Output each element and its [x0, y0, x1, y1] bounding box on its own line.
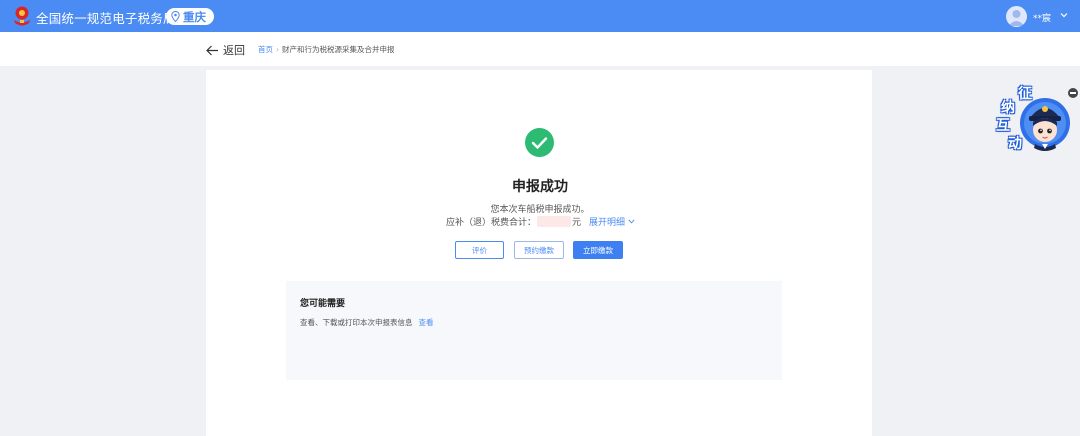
breadcrumb-current: 财产和行为税税源采集及合并申报	[282, 45, 395, 54]
mascot-close-button[interactable]	[1068, 88, 1078, 98]
suggestions-panel: 您可能需要 查看、下载或打印本次申报表信息 查看	[286, 281, 782, 380]
result-message: 您本次车船税申报成功。	[490, 205, 590, 215]
site-title[interactable]: 全国统一规范电子税务局	[36, 8, 176, 27]
breadcrumb-separator: ›	[276, 45, 279, 54]
expand-details-link[interactable]: 展开明细	[589, 215, 635, 228]
result-title: 申报成功	[512, 179, 568, 195]
user-name[interactable]: **宸	[1033, 11, 1051, 24]
region-name: 重庆	[183, 9, 206, 24]
tax-emblem-icon	[14, 6, 30, 26]
breadcrumb-bar	[0, 32, 1080, 66]
back-label: 返回	[223, 44, 245, 57]
chevron-down-icon[interactable]	[1059, 10, 1069, 20]
user-avatar[interactable]	[1006, 6, 1027, 27]
tax-total-label: 应补（退）税费合计：	[446, 218, 537, 228]
view-declaration-link[interactable]: 查看	[419, 318, 434, 327]
minus-icon	[1070, 92, 1076, 94]
breadcrumb: 首页 › 财产和行为税税源采集及合并申报	[258, 44, 395, 55]
breadcrumb-home[interactable]: 首页	[258, 45, 273, 54]
mascot-char: 动	[1008, 136, 1022, 152]
tax-total-line: 应补（退）税费合计： 元 展开明细	[446, 215, 635, 228]
tax-amount-masked	[537, 216, 572, 227]
expand-details-label: 展开明细	[589, 218, 626, 228]
back-button[interactable]: 返回	[206, 42, 245, 58]
pay-now-button[interactable]: 立即缴款	[573, 241, 623, 259]
mascot-char: 纳	[1001, 100, 1015, 116]
mascot-char: 征	[1018, 86, 1032, 102]
user-icon	[1008, 10, 1025, 26]
arrow-left-icon	[206, 45, 218, 55]
region-selector[interactable]: 重庆	[166, 8, 214, 25]
suggestion-item: 查看、下载或打印本次申报表信息 查看	[300, 317, 434, 328]
reserve-payment-button[interactable]: 预约缴款	[514, 241, 564, 259]
location-pin-icon	[171, 11, 180, 22]
mascot-char: 互	[996, 118, 1010, 134]
suggestion-text: 查看、下载或打印本次申报表信息	[300, 318, 413, 327]
tax-unit: 元	[572, 218, 582, 228]
success-check-icon	[525, 128, 554, 157]
suggestions-title: 您可能需要	[300, 299, 346, 309]
evaluate-button[interactable]: 评价	[455, 241, 504, 259]
chevron-down-icon	[628, 219, 635, 224]
